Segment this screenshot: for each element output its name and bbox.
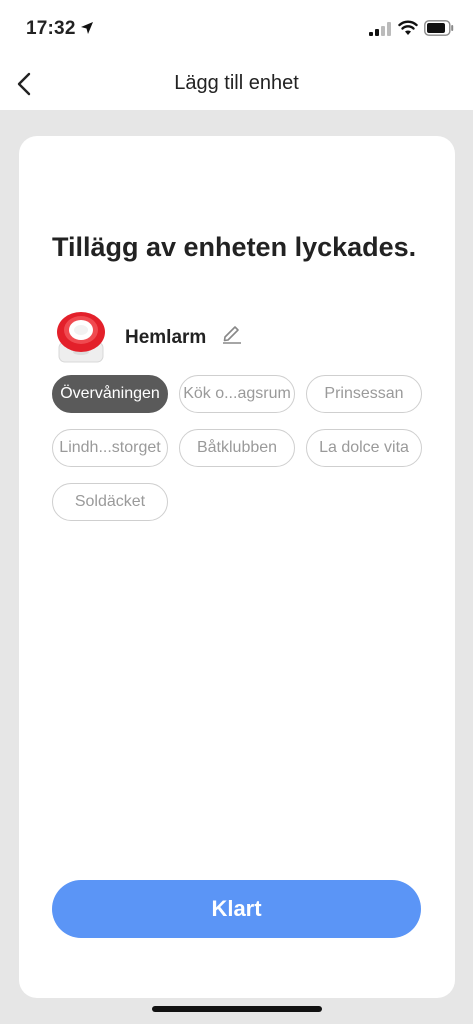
- room-chip-lindhstorget[interactable]: Lindh...storget: [52, 429, 168, 467]
- location-arrow-icon: [81, 22, 93, 34]
- pencil-icon[interactable]: [221, 322, 243, 344]
- home-indicator: [152, 1006, 322, 1012]
- done-button[interactable]: Klart: [52, 880, 421, 938]
- navigation-bar: Lägg till enhet: [0, 58, 473, 110]
- success-card: Tillägg av enheten lyckades. Hemlarm Öve…: [19, 136, 455, 998]
- status-time: 17:32: [26, 18, 76, 39]
- cellular-signal-icon: [369, 22, 391, 36]
- battery-icon: [424, 20, 454, 36]
- room-chip-prinsessan[interactable]: Prinsessan: [306, 375, 422, 413]
- room-chip-kok[interactable]: Kök o...agsrum: [179, 375, 295, 413]
- device-row: Hemlarm: [52, 308, 432, 368]
- room-chip-soldacket[interactable]: Soldäcket: [52, 483, 168, 521]
- room-chip-overvaningen[interactable]: Övervåningen: [52, 375, 168, 413]
- device-name: Hemlarm: [125, 327, 207, 348]
- room-chip-la-dolce-vita[interactable]: La dolce vita: [306, 429, 422, 467]
- room-selector: Övervåningen Kök o...agsrum Prinsessan L…: [52, 375, 432, 521]
- page-title: Lägg till enhet: [174, 72, 299, 94]
- siren-alarm-device-image: [57, 312, 105, 363]
- success-heading: Tillägg av enheten lyckades.: [52, 232, 417, 262]
- wifi-icon: [398, 20, 418, 35]
- room-chip-batklubben[interactable]: Båtklubben: [179, 429, 295, 467]
- status-bar: 17:32: [0, 0, 473, 58]
